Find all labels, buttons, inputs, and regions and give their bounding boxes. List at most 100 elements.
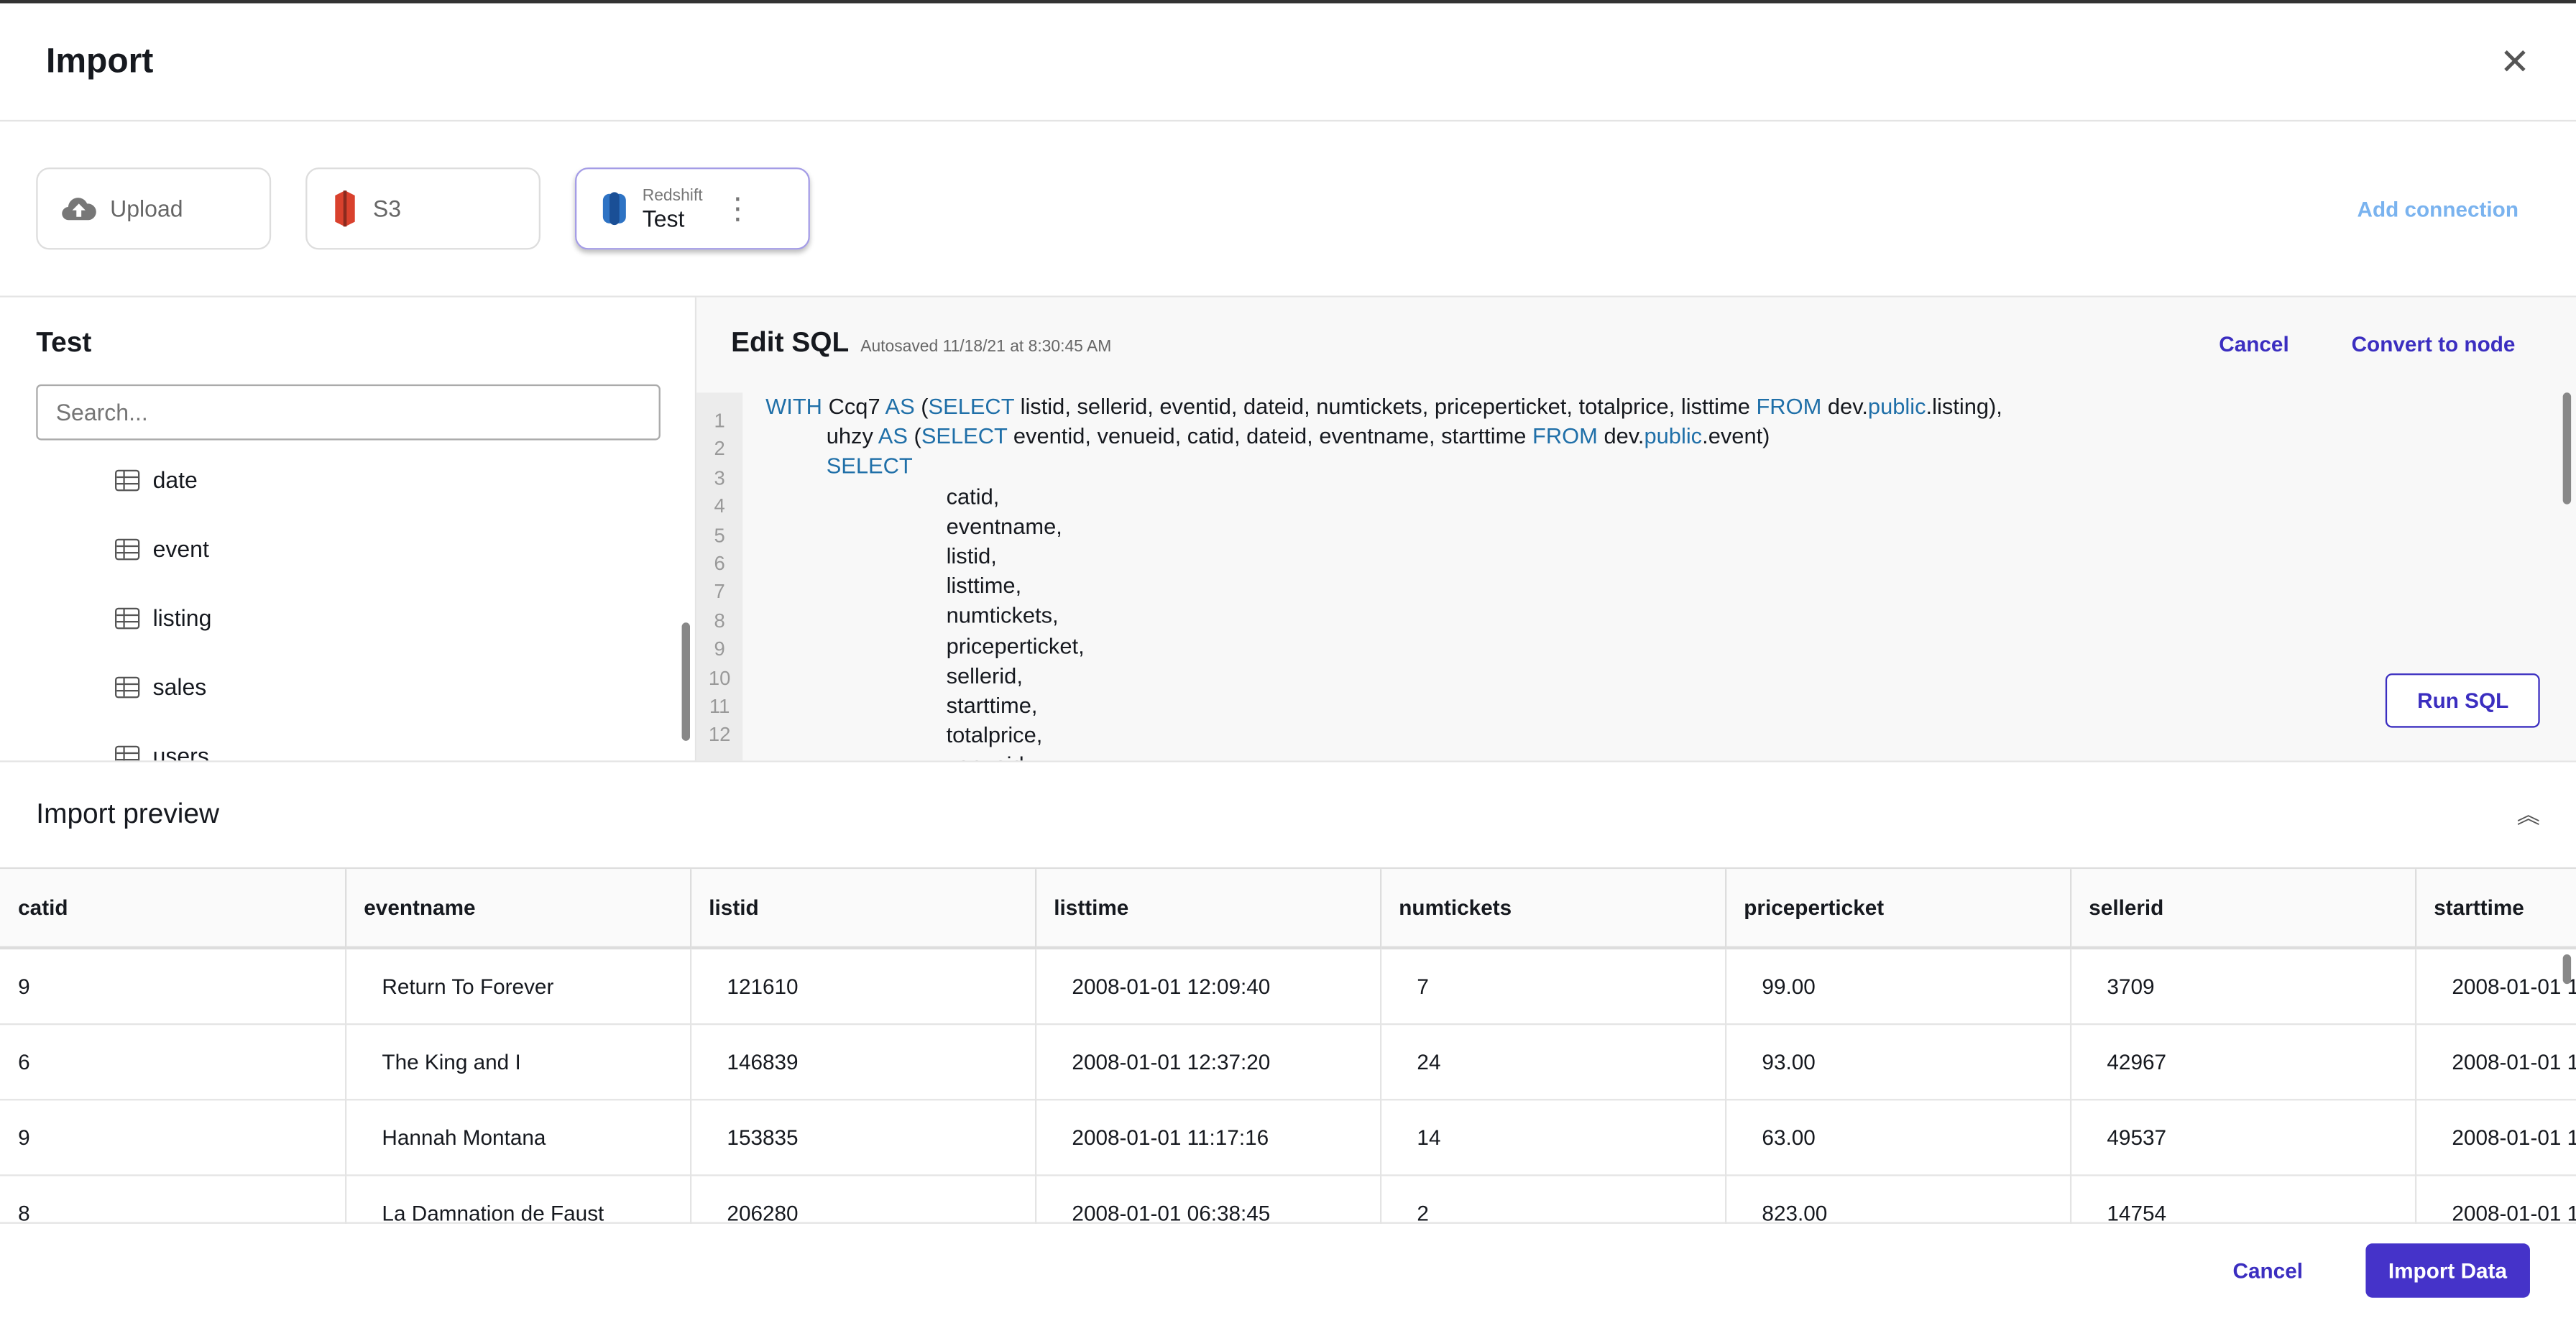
- editor-title: Edit SQL: [731, 326, 850, 359]
- line-number: 6: [714, 551, 725, 575]
- preview-title: Import preview: [36, 798, 220, 830]
- column-header[interactable]: listtime: [1034, 869, 1381, 950]
- add-connection-link[interactable]: Add connection: [2357, 196, 2518, 221]
- line-number: 8: [714, 609, 725, 632]
- convert-to-node-button[interactable]: Convert to node: [2352, 332, 2516, 356]
- column-header[interactable]: priceperticket: [1724, 869, 2071, 950]
- table-item[interactable]: users: [36, 721, 658, 761]
- connections-bar: Upload S3 Redshift Test ⋮ Add connection: [0, 121, 2576, 298]
- table-icon: [114, 538, 140, 560]
- column-header[interactable]: catid: [0, 869, 346, 950]
- upload-card[interactable]: Upload: [36, 167, 272, 250]
- code-line: uhzy AS (SELECT eventid, venueid, catid,…: [826, 424, 1770, 449]
- line-number: 3: [714, 466, 725, 489]
- line-number: 11: [709, 694, 730, 718]
- line-number: 4: [714, 494, 725, 518]
- table-item[interactable]: event: [36, 514, 658, 583]
- code-line: sellerid,: [946, 663, 1023, 688]
- line-number: 1: [714, 409, 725, 433]
- line-number: 12: [708, 723, 731, 747]
- connection-name: Test: [642, 204, 685, 231]
- table-cell: 2008-01-01 1: [2414, 1023, 2576, 1100]
- table-cell: 2008-01-01 1: [2414, 1099, 2576, 1176]
- close-icon[interactable]: ✕: [2500, 40, 2530, 83]
- s3-card[interactable]: S3: [305, 167, 540, 250]
- browser-title: Test: [36, 326, 92, 359]
- table-name: listing: [152, 604, 212, 631]
- upload-label: Upload: [110, 195, 183, 222]
- s3-label: S3: [372, 195, 401, 222]
- table-cell: 146839: [689, 1023, 1036, 1100]
- table-cell: 8: [0, 1174, 346, 1224]
- column-header[interactable]: numtickets: [1379, 869, 1726, 950]
- table-row: 9 Hannah Montana 153835 2008-01-01 11:17:16…: [0, 1099, 2576, 1176]
- preview-table: catid eventname listid listtime numtickets pr…: [0, 867, 2576, 1224]
- redshift-test-card[interactable]: Redshift Test ⋮: [574, 167, 810, 250]
- s3-icon: [335, 190, 355, 227]
- table-cell: 121610: [689, 947, 1036, 1025]
- table-name: date: [152, 466, 198, 493]
- line-number: 9: [714, 637, 725, 661]
- table-cell: 2008-01-01 06:38:45: [1034, 1174, 1381, 1224]
- table-cell: 63.00: [1724, 1099, 2071, 1176]
- code-line: listtime,: [946, 573, 1022, 599]
- dialog-title: Import: [45, 42, 154, 80]
- table-name: sales: [152, 673, 207, 700]
- code-line: totalprice,: [946, 723, 1043, 748]
- run-sql-button[interactable]: Run SQL: [2386, 673, 2540, 728]
- column-header[interactable]: eventname: [344, 869, 691, 950]
- import-data-button[interactable]: Import Data: [2365, 1243, 2530, 1298]
- cancel-button[interactable]: Cancel: [2233, 1258, 2303, 1283]
- table-icon: [114, 607, 140, 629]
- scrollbar[interactable]: [2562, 392, 2572, 504]
- table-cell: 2008-01-01 11:17:16: [1034, 1099, 1381, 1176]
- table-cell: 3709: [2069, 947, 2416, 1025]
- code-line: SELECT: [826, 453, 913, 479]
- more-options-icon[interactable]: ⋮: [723, 191, 753, 226]
- column-header[interactable]: listid: [689, 869, 1036, 950]
- line-numbers: 1 2 3 4 5 6 7 8 9 10 11 12: [696, 392, 743, 761]
- table-icon: [114, 676, 140, 698]
- table-row: 9 Return To Forever 121610 2008-01-01 12:09…: [0, 947, 2576, 1025]
- cancel-edit-button[interactable]: Cancel: [2219, 332, 2288, 356]
- table-cell: 93.00: [1724, 1023, 2071, 1100]
- line-number: 2: [714, 437, 725, 461]
- table-cell: 42967: [2069, 1023, 2416, 1100]
- scrollbar[interactable]: [681, 622, 690, 741]
- table-name: event: [152, 535, 209, 562]
- line-number: 10: [708, 665, 731, 689]
- code-line: starttime,: [946, 693, 1038, 718]
- table-cell: 6: [0, 1023, 346, 1100]
- line-number: 7: [714, 580, 725, 604]
- table-cell: The King and I: [344, 1023, 691, 1100]
- scrollbar[interactable]: [2562, 954, 2572, 985]
- table-cell: 14: [1379, 1099, 1726, 1176]
- autosave-status: Autosaved 11/18/21 at 8:30:45 AM: [860, 338, 1112, 356]
- table-browser: Test date event listing sales users: [0, 297, 697, 761]
- table-item[interactable]: sales: [36, 652, 658, 721]
- table-cell: 7: [1379, 947, 1726, 1025]
- collapse-icon[interactable]: ︽: [2517, 798, 2540, 831]
- column-header[interactable]: starttime: [2414, 869, 2576, 950]
- table-cell: Hannah Montana: [344, 1099, 691, 1176]
- table-item[interactable]: date: [36, 445, 658, 514]
- code-line: catid,: [946, 484, 1000, 509]
- table-cell: 2008-01-01 12:37:20: [1034, 1023, 1381, 1100]
- sql-code-editor[interactable]: 1 2 3 4 5 6 7 8 9 10 11 12 WITH Ccq7 AS (SELECT lis…: [696, 392, 2576, 761]
- code-line: venueid,: [765, 752, 2002, 760]
- table-row: 6 The King and I 146839 2008-01-01 12:37:20…: [0, 1023, 2576, 1100]
- code-line: priceperticket,: [946, 633, 1085, 658]
- table-cell: 2008-01-01 1: [2414, 947, 2576, 1025]
- table-cell: La Damnation de Faust: [344, 1174, 691, 1224]
- search-input[interactable]: [36, 384, 661, 441]
- table-cell: Return To Forever: [344, 947, 691, 1025]
- table-item[interactable]: listing: [36, 583, 658, 652]
- table-icon: [114, 745, 140, 761]
- table-cell: 2008-01-01 1: [2414, 1174, 2576, 1224]
- code-line: WITH Ccq7 AS (SELECT listid, sellerid, e…: [765, 394, 2002, 419]
- table-cell: 9: [0, 947, 346, 1025]
- table-icon: [114, 469, 140, 491]
- column-header[interactable]: sellerid: [2069, 869, 2416, 950]
- sql-editor-panel: Edit SQL Autosaved 11/18/21 at 8:30:45 A…: [696, 297, 2576, 761]
- code-line: numtickets,: [946, 603, 1059, 629]
